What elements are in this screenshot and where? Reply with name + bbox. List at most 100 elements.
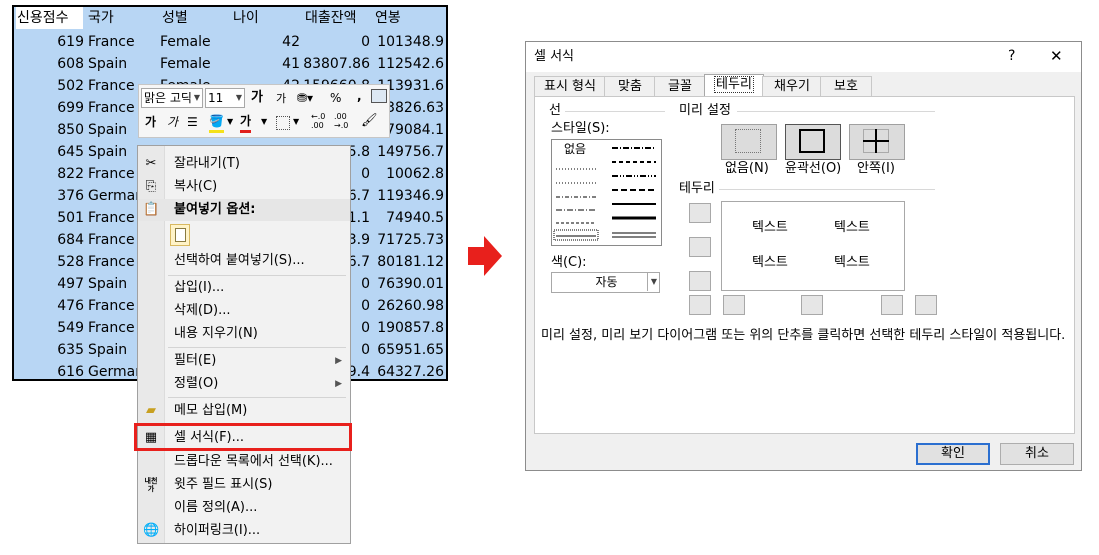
table-cell[interactable]: 80181.12 [364,251,444,273]
ok-button[interactable]: 확인 [916,443,990,465]
bold-button[interactable]: 가 [145,113,156,131]
tab-protection[interactable]: 보호 [820,76,872,97]
table-cell[interactable]: 684 [14,229,84,251]
table-cell[interactable]: 850 [14,119,84,141]
table-cell[interactable]: 190857.8 [364,317,444,339]
percent-button[interactable]: % [330,89,341,107]
table-cell[interactable]: 112542.6 [364,53,444,75]
table-cell[interactable]: 149756.7 [364,141,444,163]
table-cell[interactable]: 635 [14,339,84,361]
italic-button[interactable]: 가 [167,113,178,131]
table-cell[interactable]: 645 [14,141,84,163]
table-cell[interactable]: 119346.9 [364,185,444,207]
format-painter-icon[interactable]: 🖌 [361,112,378,130]
tab-border[interactable]: 테두리 [704,74,764,98]
border-middle-vertical-button[interactable] [801,295,823,315]
table-cell[interactable]: 528 [14,251,84,273]
color-select[interactable]: 자동 ▼ [551,272,660,293]
table-cell[interactable]: 26260.98 [364,295,444,317]
shrink-font-button[interactable]: 가 [276,90,286,108]
menu-item-clear-contents[interactable]: 내용 지우기(N) [138,323,350,345]
font-name-combo[interactable]: 맑은 고딕 ▼ [141,88,203,108]
table-cell[interactable]: 42 [244,31,300,53]
chevron-down-icon[interactable]: ▼ [227,113,233,131]
grow-font-button[interactable]: 가 [251,89,263,107]
table-cell[interactable]: 476 [14,295,84,317]
comma-button[interactable]: , [357,87,362,105]
table-cell[interactable]: Female [160,31,240,53]
paste-option-button[interactable] [170,224,190,246]
table-cell[interactable]: 10062.8 [364,163,444,185]
border-diagonal-down-button[interactable] [915,295,937,315]
merge-center-icon[interactable] [371,89,387,103]
border-top-button[interactable] [689,203,711,223]
table-cell[interactable]: 549 [14,317,84,339]
fill-color-icon[interactable]: 🪣 [209,112,224,133]
menu-item-define-name[interactable]: 이름 정의(A)... [138,497,350,519]
table-cell[interactable]: 0 [302,31,370,53]
border-left-button[interactable] [723,295,745,315]
increase-decimal-button[interactable]: ←.0 .00 [311,112,325,130]
cancel-button[interactable]: 취소 [1000,443,1074,465]
preset-none-button[interactable] [721,124,777,160]
table-cell[interactable]: 376 [14,185,84,207]
table-cell[interactable]: 502 [14,75,84,97]
border-right-button[interactable] [881,295,903,315]
table-cell[interactable]: 497 [14,273,84,295]
border-bottom-button[interactable] [689,271,711,291]
decrease-decimal-button[interactable]: .00 →.0 [334,112,348,130]
border-preview[interactable]: 텍스트 텍스트 텍스트 텍스트 [721,201,905,291]
table-cell[interactable]: 822 [14,163,84,185]
tab-alignment[interactable]: 맞춤 [604,76,656,97]
menu-item-sort[interactable]: 정렬(O) ▶ [138,373,350,395]
chevron-down-icon[interactable]: ▼ [293,113,299,131]
menu-item-show-phonetic[interactable]: 내천 가 윗주 필드 표시(S) [138,474,350,496]
table-cell[interactable]: 608 [14,53,84,75]
tab-font[interactable]: 글꼴 [654,76,706,97]
border-diagonal-up-button[interactable] [689,295,711,315]
table-cell[interactable]: 83807.86 [302,53,370,75]
menu-item-copy[interactable]: ⎘ 복사(C) [138,176,350,198]
tab-fill[interactable]: 채우기 [762,76,822,97]
table-cell[interactable]: 501 [14,207,84,229]
menu-item-filter[interactable]: 필터(E) ▶ [138,350,350,372]
table-cell[interactable]: 41 [244,53,300,75]
preset-outline-button[interactable] [785,124,841,160]
table-cell[interactable]: 64327.26 [364,361,444,379]
table-cell[interactable]: 76390.01 [364,273,444,295]
header-cell[interactable]: 나이 [233,7,289,29]
font-size-combo[interactable]: 11 ▼ [205,88,245,108]
borders-icon[interactable] [276,116,290,130]
header-cell[interactable]: 대출잔액 [305,7,373,29]
table-cell[interactable]: 101348.9 [364,31,444,53]
preset-inside-button[interactable] [849,124,905,160]
table-cell[interactable]: Female [160,53,240,75]
table-cell[interactable]: 65951.65 [364,339,444,361]
font-color-button[interactable]: 가 [240,112,252,133]
menu-item-pick-from-list[interactable]: 드롭다운 목록에서 선택(K)... [138,451,350,473]
menu-item-cut[interactable]: ✂ 잘라내기(T) [138,153,350,175]
accounting-format-icon[interactable]: ⛃▾ [297,89,313,107]
align-center-icon[interactable]: ☰ [187,113,198,131]
menu-item-delete[interactable]: 삭제(D)... [138,300,350,322]
table-cell[interactable]: 74940.5 [364,207,444,229]
header-cell[interactable]: 신용점수 [16,7,83,29]
chevron-down-icon[interactable]: ▼ [261,113,267,131]
table-cell[interactable]: 616 [14,361,84,379]
table-cell[interactable]: France [88,31,164,53]
menu-item-insert-comment[interactable]: ▰ 메모 삽입(M) [138,400,350,422]
table-cell[interactable]: 71725.73 [364,229,444,251]
header-cell[interactable]: 국가 [88,7,164,29]
menu-item-paste-special[interactable]: 선택하여 붙여넣기(S)... [138,250,350,272]
menu-item-insert[interactable]: 삽입(I)... [138,277,350,299]
header-cell[interactable]: 성별 [162,7,242,29]
tab-number[interactable]: 표시 형식 [534,76,606,97]
table-cell[interactable]: 619 [14,31,84,53]
close-button[interactable]: ✕ [1050,48,1063,64]
border-middle-horizontal-button[interactable] [689,237,711,257]
table-cell[interactable]: Spain [88,53,164,75]
line-style-list[interactable]: 없음 [551,139,662,246]
menu-item-hyperlink[interactable]: 🌐 하이퍼링크(I)... [138,520,350,542]
table-cell[interactable]: 699 [14,97,84,119]
help-button[interactable]: ? [1008,48,1015,64]
